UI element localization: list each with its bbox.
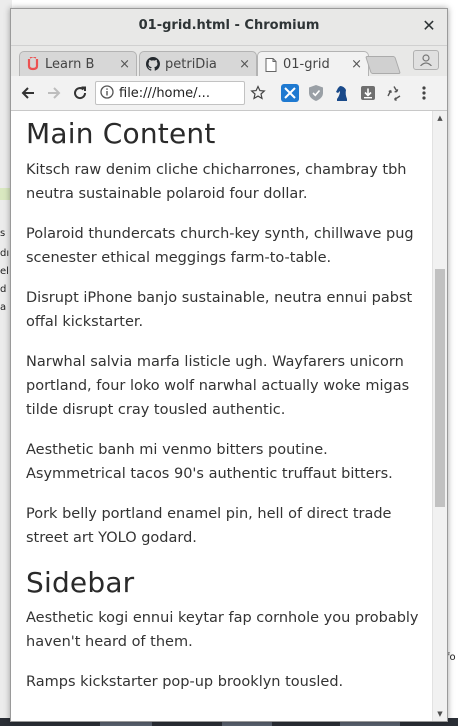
page-content: Main Content Kitsch raw denim cliche chi… [26,111,421,710]
scroll-down-arrow-icon[interactable]: ▼ [433,707,447,721]
window-close-button[interactable]: ✕ [419,16,439,36]
address-url: file:///home/... [119,85,210,101]
forward-button[interactable] [41,80,67,106]
reload-icon [74,86,87,100]
info-icon[interactable] [100,84,114,103]
main-paragraph: Disrupt iPhone banjo sustainable, neutra… [26,290,413,330]
new-tab-button[interactable] [365,56,401,74]
knight-icon[interactable] [329,80,355,106]
forward-arrow-icon [48,87,61,99]
tab-strip: Learn B × petriDia × 01-grid × [11,46,447,77]
tab-close-icon[interactable]: × [239,57,250,72]
download-icon[interactable] [355,80,381,106]
document-icon [264,57,278,72]
recycle-icon[interactable] [381,80,407,106]
tab-label: petriDia [165,56,217,72]
sidebar-paragraph: Aesthetic kogi ennui keytar fap cornhole… [26,610,419,650]
sidebar-heading: Sidebar [26,566,135,599]
tab-01-grid[interactable]: 01-grid × [257,51,369,77]
browser-toolbar: file:///home/... [11,76,447,111]
tab-label: Learn B [45,56,95,72]
udemy-icon [26,57,40,71]
address-bar[interactable]: file:///home/... [95,81,245,105]
window-title: 01-grid.html - Chromium [138,18,320,33]
browser-window: 01-grid.html - Chromium ✕ Learn B × petr… [10,8,448,722]
tab-label: 01-grid [283,57,330,72]
back-arrow-icon [21,87,34,99]
scroll-up-arrow-icon[interactable]: ▲ [433,111,447,125]
back-button[interactable] [15,80,41,106]
main-paragraph: Polaroid thundercats church-key synth, c… [26,226,414,266]
main-paragraph: Narwhal salvia marfa listicle ugh. Wayfa… [26,354,410,418]
main-content-heading: Main Content [26,117,216,150]
github-icon [146,57,160,71]
reload-button[interactable] [67,80,93,106]
sidebar-paragraph: Ramps kickstarter pop-up brooklyn tousle… [26,674,344,690]
main-paragraph: Kitsch raw denim cliche chicharrones, ch… [26,162,407,202]
tab-close-icon[interactable]: × [119,57,130,72]
tab-petridia[interactable]: petriDia × [139,51,257,76]
main-paragraph: Pork belly portland enamel pin, hell of … [26,506,392,546]
menu-kebab-icon[interactable] [411,80,437,106]
main-paragraph: Aesthetic banh mi venmo bitters poutine.… [26,442,393,482]
bookmark-star-icon[interactable] [245,80,271,106]
tab-learn[interactable]: Learn B × [19,51,137,76]
vertical-scrollbar[interactable]: ▲ ▼ [432,111,447,721]
scrollbar-thumb[interactable] [435,269,445,507]
tab-close-icon[interactable]: × [351,57,362,72]
shield-icon[interactable] [303,80,329,106]
extension-x-icon[interactable] [277,80,303,106]
page-viewport[interactable]: Main Content Kitsch raw denim cliche chi… [11,111,447,721]
profile-icon[interactable] [413,50,439,70]
window-titlebar[interactable]: 01-grid.html - Chromium ✕ [11,9,447,46]
